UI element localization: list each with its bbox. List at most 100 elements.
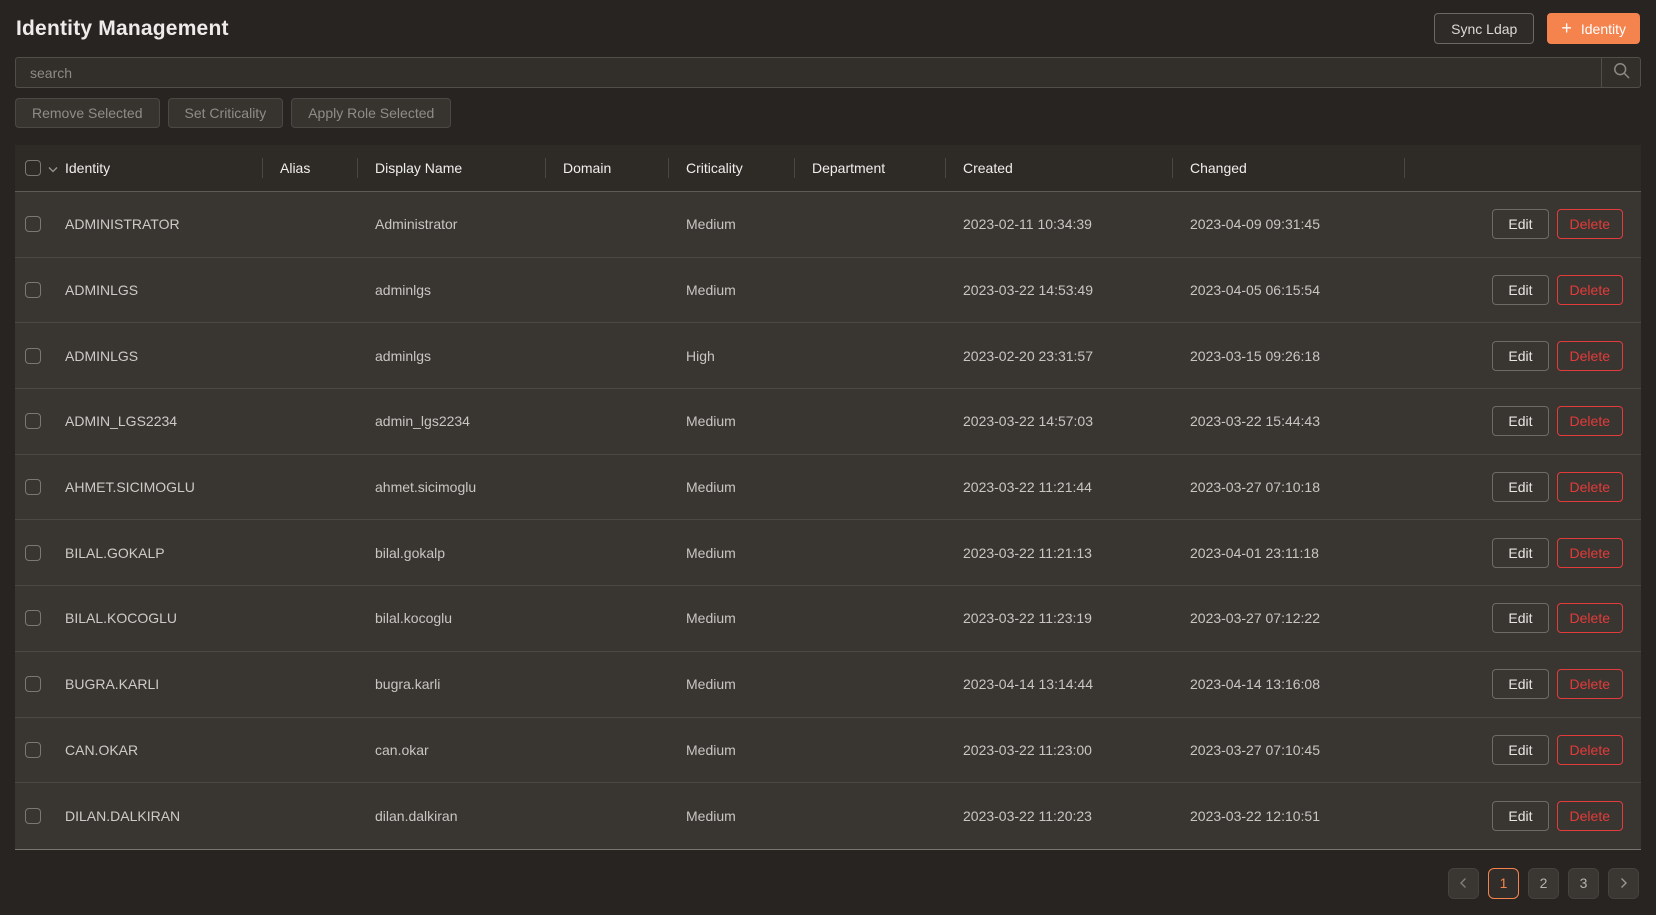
- table-row: ADMIN_LGS2234 admin_lgs2234 Medium 2023-…: [15, 389, 1641, 455]
- row-checkbox-cell: [15, 479, 65, 496]
- cell-created: 2023-03-22 14:53:49: [963, 282, 1093, 299]
- cell-criticality: Medium: [686, 282, 736, 299]
- row-checkbox[interactable]: [25, 347, 41, 364]
- cell-changed: 2023-04-14 13:16:08: [1190, 676, 1320, 693]
- table-header-row: Identity Alias Display Name Domain Criti…: [15, 145, 1641, 192]
- row-checkbox-cell: [15, 808, 65, 825]
- select-all-checkbox[interactable]: [25, 160, 41, 176]
- row-checkbox[interactable]: [25, 216, 41, 233]
- chevron-down-icon[interactable]: [48, 160, 58, 176]
- edit-button[interactable]: Edit: [1492, 406, 1549, 437]
- previous-page-button[interactable]: [1448, 867, 1479, 899]
- cell-identity: BILAL.GOKALP: [65, 544, 165, 561]
- cell-display-name: bugra.karli: [375, 676, 441, 693]
- edit-button[interactable]: Edit: [1492, 340, 1549, 371]
- column-header-created: Created: [945, 145, 1172, 191]
- cell-changed: 2023-04-01 23:11:18: [1190, 544, 1319, 561]
- cell-actions: Edit Delete: [1404, 406, 1641, 437]
- edit-button[interactable]: Edit: [1492, 734, 1549, 765]
- delete-button[interactable]: Delete: [1556, 275, 1623, 306]
- plus-icon: +: [1561, 17, 1572, 38]
- table-row: BILAL.GOKALP bilal.gokalp Medium 2023-03…: [15, 520, 1641, 587]
- apply-role-selected-button[interactable]: Apply Role Selected: [291, 98, 452, 128]
- select-all-cell: [15, 145, 65, 191]
- next-page-button[interactable]: [1608, 867, 1639, 899]
- cell-actions: Edit Delete: [1404, 603, 1641, 634]
- add-identity-button[interactable]: + Identity: [1547, 13, 1640, 44]
- delete-button[interactable]: Delete: [1556, 537, 1623, 568]
- cell-created: 2023-03-22 11:23:19: [963, 610, 1092, 627]
- cell-changed: 2023-03-15 09:26:18: [1190, 347, 1320, 364]
- cell-criticality: Medium: [686, 413, 736, 430]
- top-bar: Identity Management Sync Ldap + Identity: [0, 0, 1656, 57]
- column-header-actions: [1404, 145, 1641, 191]
- table-row: ADMINISTRATOR Administrator Medium 2023-…: [15, 192, 1641, 258]
- delete-button[interactable]: Delete: [1556, 209, 1623, 240]
- row-checkbox[interactable]: [25, 610, 41, 627]
- cell-identity: BUGRA.KARLI: [65, 676, 160, 693]
- edit-button[interactable]: Edit: [1492, 801, 1549, 832]
- cell-display-name: Administrator: [375, 216, 458, 233]
- table-row: CAN.OKAR can.okar Medium 2023-03-22 11:2…: [15, 717, 1641, 784]
- row-checkbox[interactable]: [25, 676, 41, 693]
- add-identity-label: Identity: [1580, 20, 1626, 37]
- edit-button[interactable]: Edit: [1492, 209, 1549, 240]
- cell-identity: DILAN.DALKIRAN: [65, 808, 181, 825]
- delete-button[interactable]: Delete: [1556, 734, 1623, 765]
- cell-actions: Edit Delete: [1404, 472, 1641, 503]
- search-icon: [1613, 62, 1630, 84]
- column-header-identity: Identity: [65, 160, 111, 176]
- cell-changed: 2023-03-22 12:10:51: [1190, 808, 1320, 825]
- page-button-2[interactable]: 2: [1528, 867, 1559, 899]
- row-checkbox-cell: [15, 544, 65, 561]
- cell-actions: Edit Delete: [1404, 734, 1641, 765]
- delete-button[interactable]: Delete: [1556, 406, 1623, 437]
- top-actions: Sync Ldap + Identity: [1434, 13, 1640, 44]
- row-checkbox[interactable]: [25, 544, 41, 561]
- cell-created: 2023-02-11 10:34:39: [963, 216, 1092, 233]
- page-button-3[interactable]: 3: [1568, 867, 1599, 899]
- column-header-alias: Alias: [262, 145, 357, 191]
- cell-criticality: High: [686, 347, 715, 364]
- edit-button[interactable]: Edit: [1492, 275, 1549, 306]
- cell-display-name: adminlgs: [375, 282, 432, 299]
- cell-changed: 2023-03-22 15:44:43: [1190, 413, 1320, 430]
- row-checkbox[interactable]: [25, 808, 41, 825]
- search-submit[interactable]: [1601, 58, 1640, 87]
- delete-button[interactable]: Delete: [1556, 801, 1623, 832]
- delete-button[interactable]: Delete: [1556, 340, 1623, 371]
- delete-button[interactable]: Delete: [1556, 472, 1623, 503]
- set-criticality-button[interactable]: Set Criticality: [167, 98, 284, 128]
- edit-button[interactable]: Edit: [1492, 537, 1549, 568]
- row-checkbox[interactable]: [25, 479, 41, 496]
- cell-created: 2023-03-22 14:57:03: [963, 413, 1093, 430]
- delete-button[interactable]: Delete: [1556, 603, 1623, 634]
- cell-criticality: Medium: [686, 479, 736, 496]
- remove-selected-button[interactable]: Remove Selected: [15, 98, 160, 128]
- table-row: BILAL.KOCOGLU bilal.kocoglu Medium 2023-…: [15, 586, 1641, 652]
- column-header-domain: Domain: [545, 145, 668, 191]
- row-checkbox[interactable]: [25, 413, 41, 430]
- identities-table: Identity Alias Display Name Domain Criti…: [15, 145, 1641, 850]
- delete-button[interactable]: Delete: [1556, 669, 1623, 700]
- cell-criticality: Medium: [686, 741, 736, 758]
- cell-display-name: admin_lgs2234: [375, 413, 470, 430]
- bulk-actions: Remove Selected Set Criticality Apply Ro…: [15, 98, 1641, 128]
- row-checkbox-cell: [15, 676, 65, 693]
- edit-button[interactable]: Edit: [1492, 669, 1549, 700]
- edit-button[interactable]: Edit: [1492, 603, 1549, 634]
- row-checkbox[interactable]: [25, 282, 41, 299]
- row-checkbox[interactable]: [25, 741, 41, 758]
- edit-button[interactable]: Edit: [1492, 472, 1549, 503]
- page-button-1[interactable]: 1: [1488, 867, 1519, 899]
- sync-ldap-button[interactable]: Sync Ldap: [1434, 13, 1535, 44]
- search-input[interactable]: [15, 57, 1641, 88]
- cell-identity: ADMIN_LGS2234: [65, 413, 178, 430]
- table-row: ADMINLGS adminlgs Medium 2023-03-22 14:5…: [15, 257, 1641, 324]
- cell-created: 2023-04-14 13:14:44: [963, 676, 1093, 693]
- table-body: ADMINISTRATOR Administrator Medium 2023-…: [15, 192, 1641, 849]
- table-row: ADMINLGS adminlgs High 2023-02-20 23:31:…: [15, 323, 1641, 390]
- cell-display-name: bilal.kocoglu: [375, 610, 453, 627]
- cell-changed: 2023-04-05 06:15:54: [1190, 282, 1320, 299]
- column-header-department: Department: [794, 145, 945, 191]
